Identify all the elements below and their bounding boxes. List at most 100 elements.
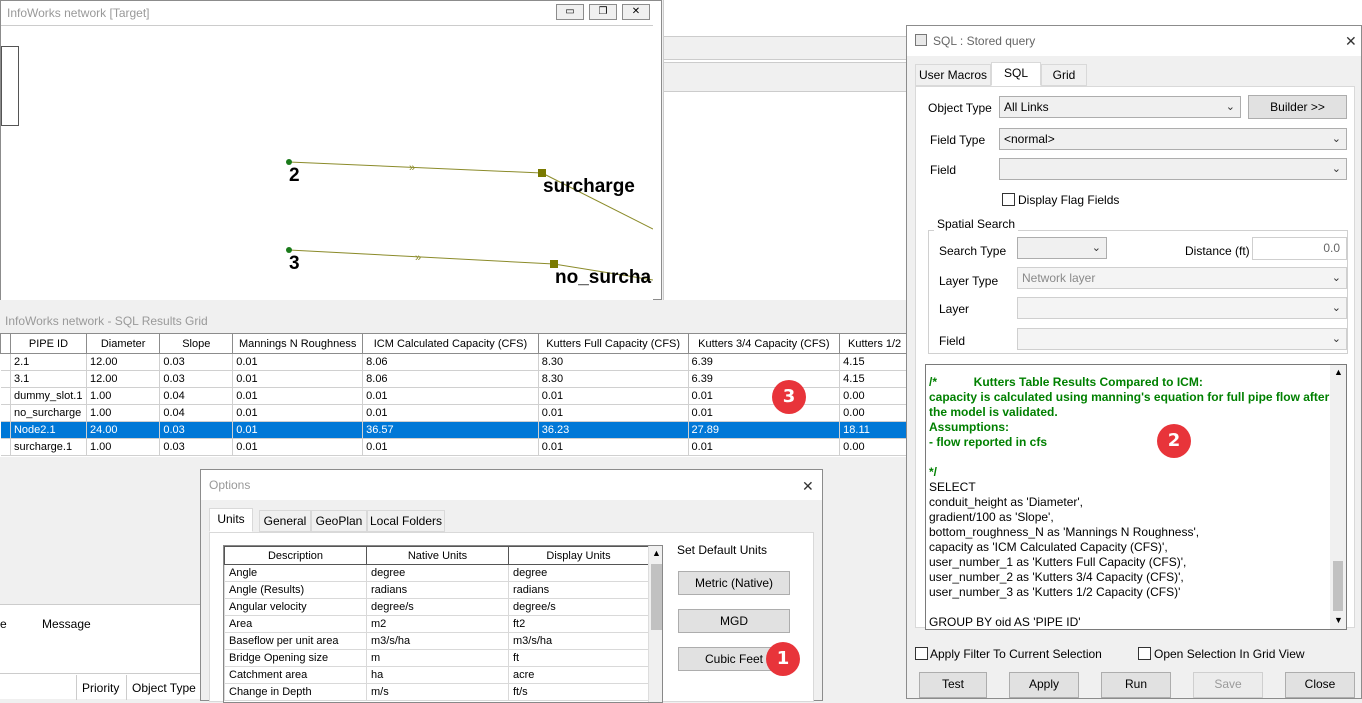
units-cell[interactable]: degree/s	[508, 598, 649, 616]
units-row[interactable]: Area m2 ft2	[224, 615, 649, 633]
units-cell[interactable]: degree	[508, 564, 649, 582]
units-row[interactable]: Angular velocity degree/s degree/s	[224, 598, 649, 616]
units-column-header[interactable]: Display Units	[508, 546, 649, 565]
close-button[interactable]: Close	[1285, 672, 1355, 698]
units-row[interactable]: Change in Depth m/s ft/s	[224, 683, 649, 701]
table-row[interactable]: 3.1 12.00 0.03 0.01 8.06 8.30 6.39 4.15	[0, 370, 910, 388]
table-row[interactable]: Node2.1 24.00 0.03 0.01 36.57 36.23 27.89 18.11	[0, 421, 910, 439]
table-cell[interactable]: no_surcharge	[10, 404, 87, 422]
units-cell[interactable]: ft/s	[508, 683, 649, 701]
mgd-button[interactable]: MGD	[678, 609, 790, 633]
table-row[interactable]: surcharge.1 1.00 0.03 0.01 0.01 0.01 0.01 0.00	[0, 438, 910, 456]
close-button[interactable]: ✕	[622, 4, 650, 20]
table-cell[interactable]: 3.1	[10, 370, 87, 388]
tab-general[interactable]: General	[259, 510, 311, 532]
table-cell[interactable]: 6.39	[688, 370, 841, 388]
units-cell[interactable]: m2	[366, 615, 509, 633]
table-cell[interactable]: 2.1	[10, 353, 87, 371]
table-cell[interactable]: 0.01	[538, 438, 689, 456]
units-cell[interactable]: ft2	[508, 615, 649, 633]
table-cell[interactable]: 0.01	[232, 404, 364, 422]
table-cell[interactable]: 0.01	[232, 438, 364, 456]
units-cell[interactable]: m3/s/ha	[366, 632, 509, 650]
units-cell[interactable]: Angular velocity	[224, 598, 367, 616]
units-cell[interactable]: m	[366, 649, 509, 667]
table-cell[interactable]: 0.01	[232, 353, 364, 371]
table-cell[interactable]: 0.00	[839, 387, 910, 405]
network-links[interactable]: » »	[1, 26, 653, 301]
object-type-select[interactable]: All Links ⌄	[999, 96, 1241, 118]
table-cell[interactable]: 8.06	[362, 370, 539, 388]
table-cell[interactable]: 4.15	[839, 353, 910, 371]
tab-grid[interactable]: Grid	[1041, 64, 1087, 86]
table-cell[interactable]: 0.01	[688, 404, 841, 422]
table-cell[interactable]: 1.00	[86, 438, 161, 456]
scroll-up-icon[interactable]: ▲	[652, 548, 661, 558]
row-header[interactable]	[0, 404, 11, 422]
tab-units[interactable]: Units	[209, 508, 253, 532]
table-cell[interactable]: 0.01	[232, 421, 364, 439]
table-cell[interactable]: 1.00	[86, 387, 161, 405]
row-header[interactable]	[0, 387, 11, 405]
table-cell[interactable]: 0.01	[362, 387, 539, 405]
table-cell[interactable]: 8.30	[538, 370, 689, 388]
column-header[interactable]: Kutters Full Capacity (CFS)	[537, 333, 689, 354]
table-cell[interactable]: 0.00	[839, 404, 910, 422]
table-cell[interactable]: 0.00	[839, 438, 910, 456]
layer-type-select[interactable]: Network layer ⌄	[1017, 267, 1347, 289]
table-cell[interactable]: 12.00	[86, 353, 161, 371]
units-cell[interactable]: Catchment area	[224, 666, 367, 684]
units-cell[interactable]: radians	[366, 581, 509, 599]
units-row[interactable]: Angle (Results) radians radians	[224, 581, 649, 599]
units-cell[interactable]: ha	[366, 666, 509, 684]
units-cell[interactable]: ft	[508, 649, 649, 667]
table-cell[interactable]: 4.15	[839, 370, 910, 388]
table-cell[interactable]: 36.23	[538, 421, 689, 439]
units-cell[interactable]: degree	[366, 564, 509, 582]
units-scrollbar[interactable]: ▲	[648, 546, 662, 702]
table-cell[interactable]: 0.04	[159, 404, 234, 422]
units-row[interactable]: Catchment area ha acre	[224, 666, 649, 684]
column-header[interactable]: ICM Calculated Capacity (CFS)	[362, 333, 539, 354]
distance-input[interactable]: 0.0	[1252, 237, 1347, 260]
table-cell[interactable]: 0.04	[159, 387, 234, 405]
table-cell[interactable]: 6.39	[688, 353, 841, 371]
apply-button[interactable]: Apply	[1009, 672, 1079, 698]
open-selection-checkbox[interactable]	[1138, 647, 1151, 660]
scroll-thumb[interactable]	[651, 564, 662, 630]
tab-local-folders[interactable]: Local Folders	[367, 510, 445, 532]
column-header[interactable]: Mannings N Roughness	[232, 333, 364, 354]
units-cell[interactable]: Baseflow per unit area	[224, 632, 367, 650]
builder-button[interactable]: Builder >>	[1248, 95, 1347, 119]
units-cell[interactable]: radians	[508, 581, 649, 599]
row-header[interactable]	[0, 421, 11, 439]
scroll-down-icon[interactable]: ▼	[1334, 615, 1343, 625]
field-select[interactable]: ⌄	[999, 158, 1347, 180]
units-cell[interactable]: Angle	[224, 564, 367, 582]
units-row[interactable]: Bridge Opening size m ft	[224, 649, 649, 667]
units-row[interactable]: Angle degree degree	[224, 564, 649, 582]
units-cell[interactable]: m/s	[366, 683, 509, 701]
table-cell[interactable]: 24.00	[86, 421, 161, 439]
table-cell[interactable]: 18.11	[839, 421, 910, 439]
column-header[interactable]: Kutters 1/2	[839, 333, 910, 354]
field-type-select[interactable]: <normal> ⌄	[999, 128, 1347, 150]
layer-select[interactable]: ⌄	[1017, 297, 1347, 319]
units-cell[interactable]: degree/s	[366, 598, 509, 616]
row-header[interactable]	[0, 370, 11, 388]
sql-code[interactable]: /* Kutters Table Results Compared to ICM…	[929, 375, 1329, 629]
table-row[interactable]: 2.1 12.00 0.03 0.01 8.06 8.30 6.39 4.15	[0, 353, 910, 371]
table-cell[interactable]: 12.00	[86, 370, 161, 388]
table-cell[interactable]: 0.03	[159, 353, 234, 371]
units-cell[interactable]: Bridge Opening size	[224, 649, 367, 667]
units-cell[interactable]: acre	[508, 666, 649, 684]
table-cell[interactable]: 0.01	[232, 370, 364, 388]
tab-user-macros[interactable]: User Macros	[915, 64, 991, 86]
units-column-header[interactable]: Native Units	[366, 546, 509, 565]
table-cell[interactable]: dummy_slot.1	[10, 387, 87, 405]
column-header[interactable]: PIPE ID	[9, 333, 87, 354]
table-cell[interactable]: 8.06	[362, 353, 539, 371]
table-cell[interactable]: 0.01	[538, 404, 689, 422]
table-cell[interactable]: 0.01	[362, 404, 539, 422]
table-cell[interactable]: 0.03	[159, 421, 234, 439]
